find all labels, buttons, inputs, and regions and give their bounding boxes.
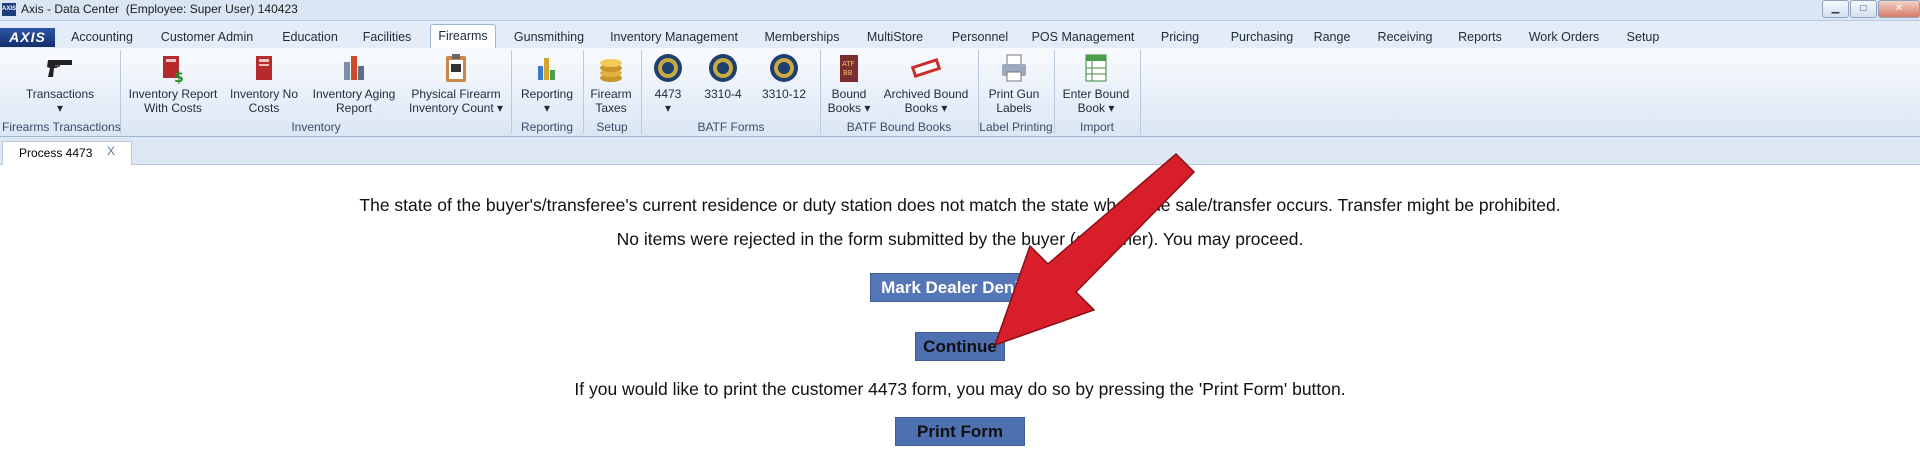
- tab-education[interactable]: Education: [272, 26, 348, 48]
- print-gun-labels-button[interactable]: Print Gun Labels: [982, 52, 1046, 115]
- window-controls: ▁ □ ✕: [1821, 0, 1920, 18]
- inventory-costs-icon: $: [163, 56, 184, 84]
- maximize-icon[interactable]: □: [1850, 0, 1877, 18]
- tab-memberships[interactable]: Memberships: [754, 26, 850, 48]
- tab-setup[interactable]: Setup: [1620, 26, 1666, 48]
- archived-stamp-icon: [910, 57, 942, 79]
- app-icon: AXIS: [2, 3, 16, 16]
- form-4473-button[interactable]: 4473 ▾: [646, 52, 690, 115]
- atf-seal-icon: [709, 54, 737, 82]
- annotation-arrow-icon: [993, 152, 1196, 347]
- group-label-label-printing: Label Printing: [979, 120, 1053, 134]
- form-3310-12-button[interactable]: 3310-12: [756, 52, 812, 101]
- svg-text:BB: BB: [843, 69, 853, 77]
- transactions-button[interactable]: Transactions ▾: [18, 52, 102, 115]
- bar-chart-icon: [538, 58, 555, 80]
- form-3310-4-button[interactable]: 3310-4: [698, 52, 748, 101]
- tab-receiving[interactable]: Receiving: [1370, 26, 1440, 48]
- print-form-button[interactable]: Print Form: [895, 417, 1025, 446]
- window-title: Axis - Data Center (Employee: Super User…: [21, 2, 298, 16]
- group-label-batf-forms: BATF Forms: [697, 120, 765, 134]
- inventory-no-costs-icon: [256, 56, 272, 80]
- tab-reports[interactable]: Reports: [1454, 26, 1506, 48]
- tab-customer-admin[interactable]: Customer Admin: [152, 26, 262, 48]
- group-label-setup: Setup: [596, 120, 628, 134]
- tab-process-4473-label: Process 4473: [19, 146, 93, 160]
- tab-range[interactable]: Range: [1312, 26, 1352, 48]
- atf-seal-icon: [770, 54, 798, 82]
- process-4473-panel: The state of the buyer's/transferee's cu…: [0, 165, 1920, 459]
- tab-accounting[interactable]: Accounting: [62, 26, 142, 48]
- no-items-rejected-message: No items were rejected in the form submi…: [616, 229, 1304, 249]
- tab-multistore[interactable]: MultiStore: [860, 26, 930, 48]
- firearm-taxes-button[interactable]: Firearm Taxes: [586, 52, 636, 115]
- archived-bound-books-button[interactable]: Archived Bound Books ▾: [880, 52, 972, 115]
- close-icon[interactable]: ✕: [1878, 0, 1920, 18]
- spreadsheet-icon: [1085, 54, 1107, 82]
- pistol-icon: [47, 60, 72, 77]
- tab-pos-management[interactable]: POS Management: [1028, 26, 1138, 48]
- tab-work-orders[interactable]: Work Orders: [1522, 26, 1606, 48]
- group-label-import: Import: [1079, 120, 1114, 134]
- close-tab-icon[interactable]: X: [107, 140, 115, 163]
- group-label-firearms-transactions: Firearms Transactions: [2, 120, 121, 134]
- printer-icon: [1002, 54, 1026, 82]
- print-form-prompt: If you would like to print the customer …: [574, 379, 1346, 399]
- state-mismatch-message: The state of the buyer's/transferee's cu…: [359, 195, 1561, 215]
- menu-tab-strip: AXIS Accounting Customer Admin Education…: [0, 21, 1920, 50]
- tab-firearms[interactable]: Firearms: [430, 24, 496, 50]
- reporting-button[interactable]: Reporting ▾: [516, 52, 578, 115]
- physical-firearm-inventory-count-button[interactable]: Physical Firearm Inventory Count ▾: [406, 52, 506, 115]
- group-label-batf-bound-books: BATF Bound Books: [846, 120, 952, 134]
- clipboard-icon: [446, 54, 466, 82]
- tab-pricing[interactable]: Pricing: [1152, 26, 1208, 48]
- tab-gunsmithing[interactable]: Gunsmithing: [504, 26, 594, 48]
- axis-logo[interactable]: AXIS: [0, 28, 55, 47]
- tab-personnel[interactable]: Personnel: [945, 26, 1015, 48]
- tab-facilities[interactable]: Facilities: [354, 26, 420, 48]
- svg-text:$: $: [174, 70, 184, 84]
- bound-books-button[interactable]: ATF BB Bound Books ▾: [824, 52, 874, 115]
- group-label-inventory: Inventory: [291, 120, 341, 134]
- group-label-reporting: Reporting: [520, 120, 574, 134]
- title-bar: AXIS Axis - Data Center (Employee: Super…: [0, 0, 1920, 21]
- enter-bound-book-button[interactable]: Enter Bound Book ▾: [1058, 52, 1134, 115]
- tab-purchasing[interactable]: Purchasing: [1220, 26, 1304, 48]
- ribbon: Transactions ▾ $ Inventory Report With Cos…: [0, 48, 1920, 137]
- tab-process-4473[interactable]: Process 4473 X: [2, 141, 132, 165]
- svg-text:ATF: ATF: [842, 60, 855, 68]
- bound-book-icon: ATFBB: [840, 55, 858, 82]
- minimize-icon[interactable]: ▁: [1822, 0, 1849, 18]
- group-separator: [1140, 50, 1141, 134]
- inventory-report-with-costs-button[interactable]: $ Inventory Report With Costs: [126, 52, 220, 115]
- tab-inventory-management[interactable]: Inventory Management: [604, 26, 744, 48]
- aging-report-icon: [344, 56, 364, 80]
- document-tab-strip: Process 4473 X: [0, 137, 1920, 165]
- atf-seal-icon: [654, 54, 682, 82]
- inventory-no-costs-button[interactable]: Inventory No Costs: [226, 52, 302, 115]
- coins-icon: [600, 59, 622, 82]
- inventory-aging-report-button[interactable]: Inventory Aging Report: [308, 52, 400, 115]
